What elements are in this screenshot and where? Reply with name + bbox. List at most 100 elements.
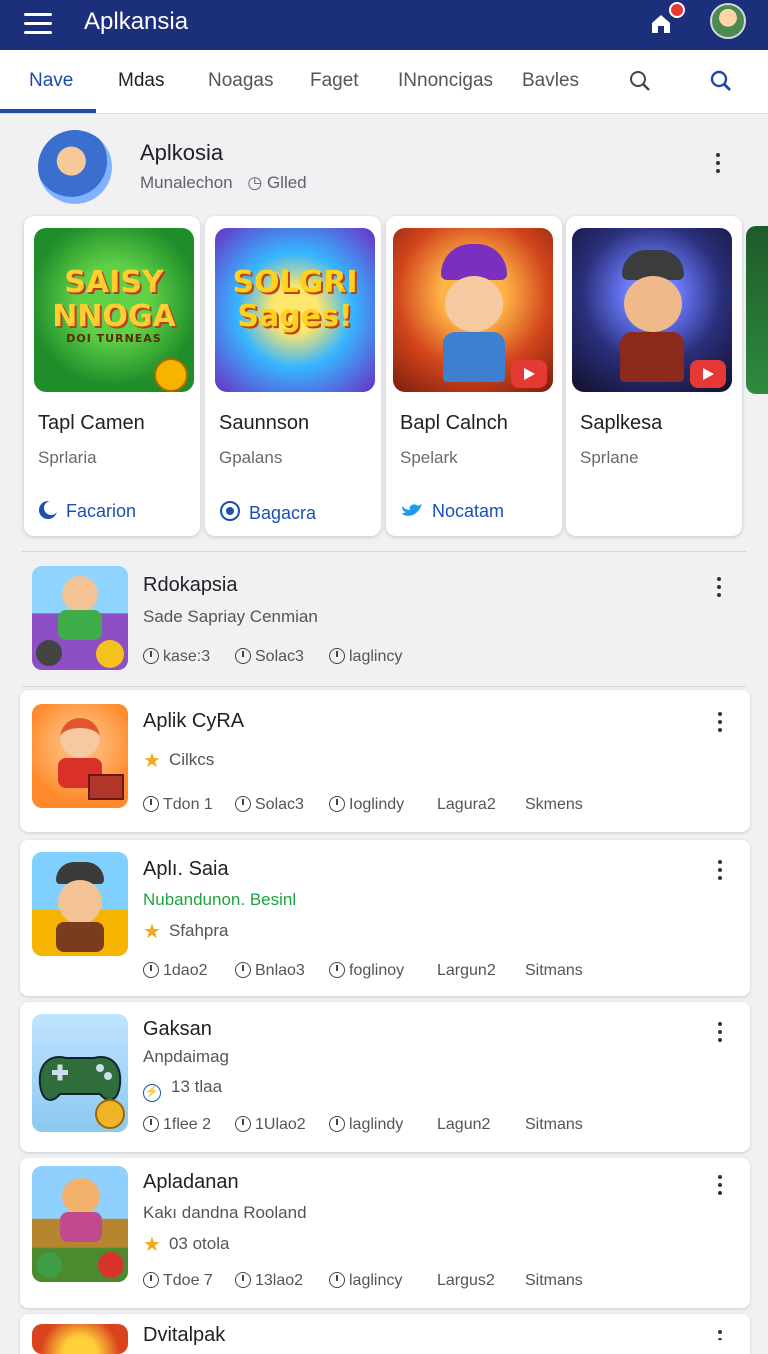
clock-icon [329, 1272, 345, 1288]
divider [22, 551, 746, 552]
more-options-icon[interactable] [716, 577, 722, 599]
coin-icon [96, 640, 124, 668]
list-item[interactable]: Aplı. Saia Nubandunon. Besinl ★ Sfahpra 1… [20, 840, 750, 996]
card-subtitle: Sprlane [580, 448, 639, 467]
app-icon [32, 566, 128, 670]
card-title: Bapl Calnch [400, 412, 508, 434]
clock-icon [143, 796, 159, 812]
play-icon[interactable] [511, 360, 547, 388]
card-link[interactable]: Nocatam [400, 500, 504, 522]
gamepad-icon [38, 1056, 125, 1129]
character-body [620, 332, 684, 382]
clock-icon [235, 962, 251, 978]
menu-icon[interactable] [24, 13, 52, 35]
character-face [62, 576, 98, 612]
more-options-icon[interactable] [715, 153, 721, 175]
hat-icon [441, 244, 507, 280]
play-icon[interactable] [690, 360, 726, 388]
character-face [445, 276, 503, 332]
bomb-icon [36, 640, 62, 666]
coin-icon [154, 358, 188, 392]
globe-icon [220, 501, 240, 521]
clock-icon [329, 962, 345, 978]
app-rating: ★ Sfahpra [143, 921, 229, 943]
profile-avatar[interactable] [710, 3, 746, 39]
game-card-partial[interactable] [746, 226, 768, 394]
app-title: Aplkansia [84, 8, 189, 35]
game-card[interactable]: SOLGRI Sages! Saunnson Gpalans Bagacra [205, 216, 381, 536]
clock-icon [143, 648, 159, 664]
clock-icon [235, 1116, 251, 1132]
tab-noagas[interactable]: Noagas [208, 70, 274, 92]
character-face [62, 1178, 100, 1214]
card-title: Saunnson [219, 412, 310, 434]
card-subtitle: Sprlaria [38, 448, 97, 467]
list-item[interactable]: Aplik CyRA ★ Cilkcs Tdon 1 Solac3 Ioglind… [20, 690, 750, 832]
card-link[interactable]: Facarion [38, 500, 136, 522]
list-item[interactable]: Dvitalpak [20, 1314, 750, 1354]
game-thumbnail: SAISY NNOGA DOI TURNEAS [34, 228, 194, 392]
character-face [58, 880, 102, 924]
more-options-icon[interactable] [717, 1330, 723, 1340]
app-icon [32, 1324, 128, 1354]
app-subtitle: Nubandunon. Besinl [143, 890, 297, 909]
more-options-icon[interactable] [717, 860, 723, 882]
notification-badge [669, 2, 685, 18]
game-thumbnail: SOLGRI Sages! [215, 228, 375, 392]
card-link[interactable]: Bagacra [219, 500, 316, 524]
app-subtitle: Anpdaimag [143, 1047, 230, 1066]
app-icon [32, 852, 128, 956]
app-meta: 1dao2 Bnlao3 foglinoy Largun2 Sitmans [143, 962, 703, 982]
divider [22, 686, 746, 687]
star-icon: ★ [143, 750, 161, 772]
app-icon [32, 1014, 128, 1132]
app-title: Gaksan [143, 1018, 212, 1040]
app-title: Apladanan [143, 1171, 239, 1193]
app-meta: 1flee 2 1Ulao2 laglindy Lagun2 Sitmans [143, 1116, 703, 1136]
game-card[interactable]: Bapl Calnch Spelark Nocatam [386, 216, 562, 536]
tab-nave[interactable]: Nave [29, 70, 73, 92]
more-options-icon[interactable] [717, 1175, 723, 1197]
app-subtitle: Kakı dandna Rooland [143, 1203, 307, 1222]
active-tab-indicator [0, 109, 96, 113]
game-thumbnail [572, 228, 732, 392]
tab-faget[interactable]: Faget [310, 70, 359, 92]
app-title: Aplı. Saia [143, 858, 229, 880]
star-icon: ★ [143, 921, 161, 943]
card-title: Tapl Camen [38, 412, 145, 434]
game-thumbnail [393, 228, 553, 392]
character-face [624, 276, 682, 332]
app-rating: ★ Cilkcs [143, 750, 215, 772]
app-rating: ⚡ 13 tlaa [143, 1077, 222, 1102]
tab-mdas[interactable]: Mdas [118, 70, 164, 92]
app-title: Rdokapsia [143, 574, 238, 596]
character-body [58, 610, 102, 640]
card-subtitle: Gpalans [219, 448, 283, 467]
list-item[interactable]: Gaksan Anpdaimag ⚡ 13 tlaa 1flee 2 1Ulao2… [20, 1002, 750, 1152]
list-item[interactable]: Rdokapsia Sade Sapriay Cenmian kase:3 So… [20, 560, 750, 680]
game-card[interactable]: Saplkesa Sprlane [566, 216, 742, 536]
apple-icon [98, 1252, 124, 1278]
search-icon[interactable] [709, 69, 733, 93]
search-icon[interactable] [628, 69, 652, 93]
app-icon [32, 1166, 128, 1282]
app-subtitle: Sade Sapriay Cenmian [143, 607, 318, 626]
melon-icon [36, 1252, 62, 1278]
clock-icon [235, 796, 251, 812]
character-face [60, 718, 100, 758]
game-card[interactable]: SAISY NNOGA DOI TURNEAS Tapl Camen Sprla… [24, 216, 200, 536]
list-item[interactable]: Apladanan Kakı dandna Rooland ★ 03 otola … [20, 1158, 750, 1308]
clock-icon [143, 962, 159, 978]
card-title: Saplkesa [580, 412, 663, 434]
tab-bavles[interactable]: Bavles [522, 70, 579, 92]
app-meta: kase:3 Solac3 laglincy [143, 648, 703, 668]
tab-innoncigas[interactable]: INnoncigas [398, 70, 493, 92]
app-meta: Tdoe 7 13lao2 laglincy Largus2 Sitmans [143, 1272, 703, 1292]
section-subtitle: Munalechon ◷ Glled [140, 173, 307, 192]
more-options-icon[interactable] [717, 712, 723, 734]
more-options-icon[interactable] [717, 1022, 723, 1044]
app-title: Aplik CyRA [143, 710, 245, 732]
character-body [56, 922, 104, 952]
moon-icon [39, 501, 58, 519]
app-icon [32, 704, 128, 808]
